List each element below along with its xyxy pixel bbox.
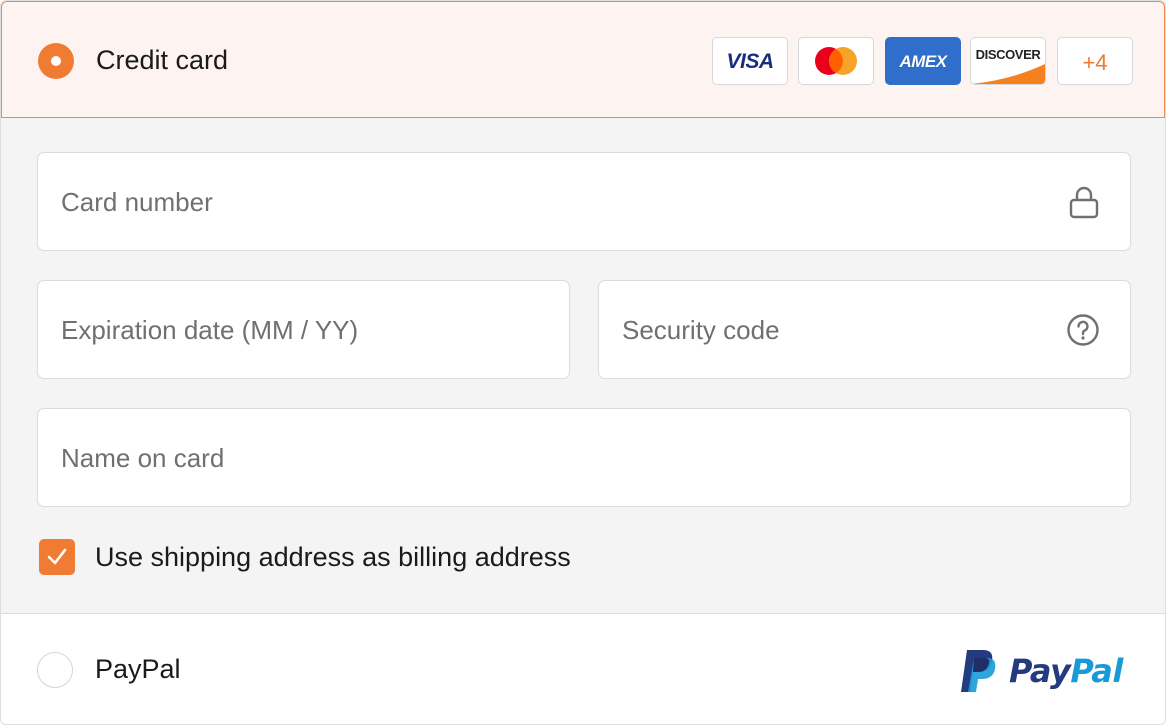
expiration-date-placeholder: Expiration date (MM / YY): [61, 315, 359, 345]
paypal-option[interactable]: PayPal PayPal: [1, 614, 1165, 724]
expiration-date-field[interactable]: Expiration date (MM / YY): [37, 280, 570, 379]
billing-address-checkbox[interactable]: [39, 539, 75, 575]
paypal-radio[interactable]: [37, 652, 73, 688]
card-number-placeholder: Card number: [61, 187, 213, 217]
help-circle-icon[interactable]: [1066, 313, 1100, 347]
payment-method-panel: Credit card VISA AMEX DISCOVER +4 Card n: [0, 0, 1166, 725]
discover-text: DISCOVER: [975, 47, 1041, 62]
card-number-field[interactable]: Card number: [37, 152, 1131, 251]
name-on-card-field[interactable]: Name on card: [37, 408, 1131, 507]
credit-card-option[interactable]: Credit card VISA AMEX DISCOVER +4: [1, 1, 1165, 118]
credit-card-radio[interactable]: [38, 43, 74, 79]
paypal-wordmark-pay: Pay: [1009, 652, 1071, 690]
security-code-field[interactable]: Security code: [598, 280, 1131, 379]
name-on-card-placeholder: Name on card: [61, 443, 225, 473]
visa-text: VISA: [726, 50, 774, 73]
paypal-wordmark-pal: Pal: [1070, 652, 1123, 690]
discover-icon: DISCOVER: [970, 37, 1046, 85]
billing-address-label[interactable]: Use shipping address as billing address: [95, 541, 571, 573]
paypal-p-icon: [961, 650, 996, 692]
credit-card-form: Card number Expiration date (MM / YY) Se…: [1, 118, 1165, 614]
credit-card-label[interactable]: Credit card: [96, 44, 228, 76]
paypal-label[interactable]: PayPal: [95, 653, 181, 685]
security-code-placeholder: Security code: [622, 315, 780, 345]
paypal-wordmark: PayPal: [1009, 652, 1123, 690]
amex-text: AMEX: [899, 52, 947, 71]
checkmark-icon: [47, 548, 67, 565]
more-brands-text: +4: [1082, 50, 1108, 75]
more-brands-badge: +4: [1057, 37, 1133, 85]
lock-icon: [1069, 186, 1099, 219]
paypal-logo: PayPal: [959, 648, 1133, 694]
visa-icon: VISA: [712, 37, 788, 85]
mastercard-icon: [798, 37, 874, 85]
amex-icon: AMEX: [885, 37, 961, 85]
